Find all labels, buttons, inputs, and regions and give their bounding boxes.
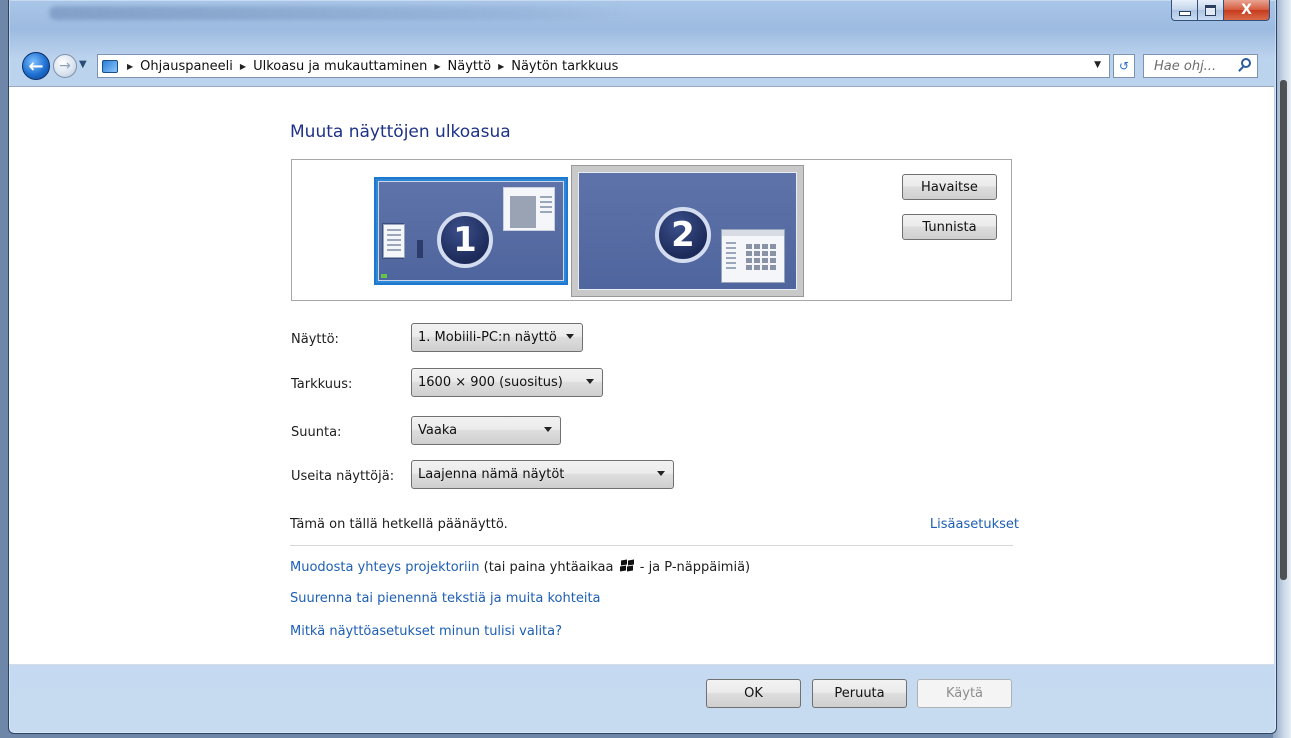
- windows-logo-icon: [619, 559, 634, 572]
- breadcrumb-item-display[interactable]: Näyttö: [448, 59, 492, 74]
- control-panel-icon: [102, 59, 118, 73]
- breadcrumb-item-resolution[interactable]: Näytön tarkkuus: [511, 59, 618, 74]
- monitor-2-mini-window: [721, 229, 785, 283]
- divider: [290, 545, 1013, 546]
- page-title: Muuta näyttöjen ulkoasua: [290, 122, 511, 142]
- multiple-displays-select-value: Laajenna nämä näytöt: [418, 467, 565, 482]
- breadcrumb-arrow-icon[interactable]: ▶: [498, 62, 504, 71]
- monitor-1-mini-bar: [417, 240, 423, 258]
- navigation-bar: ← → ▼ ▶ Ohjauspaneeli ▶ Ulkoasu ja mukau…: [9, 49, 1276, 81]
- orientation-select-value: Vaaka: [418, 423, 458, 438]
- maximize-button[interactable]: [1198, 0, 1224, 21]
- breadcrumb-item-control-panel[interactable]: Ohjauspaneeli: [140, 59, 233, 74]
- monitor-1-mini-window: [383, 224, 405, 258]
- orientation-select[interactable]: Vaaka: [411, 416, 561, 445]
- close-button[interactable]: X: [1224, 0, 1270, 21]
- breadcrumb-arrow-icon[interactable]: ▶: [240, 62, 246, 71]
- minimize-icon: [1178, 11, 1191, 16]
- chevron-down-icon: [544, 427, 552, 432]
- monitor-2-number: 2: [655, 207, 711, 263]
- monitor-1-screen: 1: [378, 181, 564, 281]
- breadcrumb-arrow-icon[interactable]: ▶: [127, 62, 133, 71]
- monitor-2-mini-grid: [746, 244, 776, 270]
- display-select[interactable]: 1. Mobiili-PC:n näyttö: [411, 323, 583, 352]
- address-dropdown-icon[interactable]: ▼: [1094, 60, 1101, 70]
- monitor-1[interactable]: 1: [374, 177, 568, 285]
- monitor-1-number: 1: [437, 212, 493, 268]
- monitor-arrangement-area: 1 2 Havaitse Tunnista: [291, 159, 1012, 301]
- resolution-label: Tarkkuus:: [291, 377, 353, 392]
- display-label: Näyttö:: [291, 332, 339, 347]
- monitor-2-mini-titlebar: [722, 230, 784, 236]
- breadcrumb-arrow-icon[interactable]: ▶: [434, 62, 440, 71]
- multiple-displays-select[interactable]: Laajenna nämä näytöt: [411, 460, 674, 489]
- forward-button[interactable]: →: [53, 54, 77, 78]
- caption-buttons: X: [1171, 0, 1270, 30]
- chevron-down-icon: [566, 334, 574, 339]
- projector-hint-post: - ja P-näppäimiä): [635, 560, 751, 575]
- search-input[interactable]: [1152, 57, 1236, 75]
- multiple-displays-label: Useita näyttöjä:: [291, 469, 395, 484]
- monitor-1-mini-lines: [387, 229, 401, 254]
- back-button[interactable]: ←: [22, 52, 50, 80]
- main-display-status: Tämä on tällä hetkellä päänäyttö.: [290, 517, 508, 532]
- chevron-down-icon: [586, 379, 594, 384]
- display-help-link[interactable]: Mitkä näyttöasetukset minun tulisi valit…: [290, 624, 562, 639]
- recent-pages-dropdown-icon[interactable]: ▼: [79, 59, 87, 70]
- content-pane: Muuta näyttöjen ulkoasua 1 2 Havaitse Tu…: [9, 86, 1274, 665]
- advanced-settings-link[interactable]: Lisäasetukset: [930, 517, 1019, 532]
- monitor-1-mini-panel: [510, 196, 536, 228]
- identify-button[interactable]: Tunnista: [902, 214, 997, 240]
- monitor-2-screen: 2: [578, 172, 797, 290]
- title-bar-blur: [49, 6, 629, 20]
- search-icon[interactable]: [1241, 58, 1251, 68]
- breadcrumb-item-appearance[interactable]: Ulkoasu ja mukauttaminen: [253, 59, 427, 74]
- refresh-icon[interactable]: ↺: [1113, 54, 1135, 78]
- projector-row: Muodosta yhteys projektoriin (tai paina …: [290, 559, 751, 575]
- maximize-icon: [1205, 4, 1216, 16]
- apply-button[interactable]: Käytä: [917, 679, 1012, 708]
- minimize-button[interactable]: [1171, 0, 1198, 21]
- monitor-1-mini-start: [381, 274, 387, 278]
- ok-button[interactable]: OK: [706, 679, 801, 708]
- resolution-select-value: 1600 × 900 (suositus): [418, 375, 563, 390]
- monitor-2[interactable]: 2: [571, 165, 804, 297]
- projector-hint-pre: (tai paina yhtäaikaa: [479, 560, 618, 575]
- search-box[interactable]: [1143, 54, 1258, 78]
- resolution-select[interactable]: 1600 × 900 (suositus): [411, 368, 603, 397]
- monitor-2-mini-lines: [726, 242, 736, 272]
- text-size-link[interactable]: Suurenna tai pienennä tekstiä ja muita k…: [290, 591, 601, 606]
- connect-projector-link[interactable]: Muodosta yhteys projektoriin: [290, 560, 479, 575]
- display-select-value: 1. Mobiili-PC:n näyttö: [418, 330, 557, 345]
- detect-button[interactable]: Havaitse: [902, 174, 997, 200]
- address-bar[interactable]: ▶ Ohjauspaneeli ▶ Ulkoasu ja mukauttamin…: [97, 54, 1110, 78]
- cancel-button[interactable]: Peruuta: [812, 679, 907, 708]
- orientation-label: Suunta:: [291, 425, 342, 440]
- monitor-1-mini-dialog: [503, 187, 555, 231]
- chevron-down-icon: [657, 471, 665, 476]
- background-scrollbar: [1280, 80, 1287, 580]
- monitor-1-mini-list: [540, 196, 552, 216]
- breadcrumb: ▶ Ohjauspaneeli ▶ Ulkoasu ja mukauttamin…: [124, 59, 618, 74]
